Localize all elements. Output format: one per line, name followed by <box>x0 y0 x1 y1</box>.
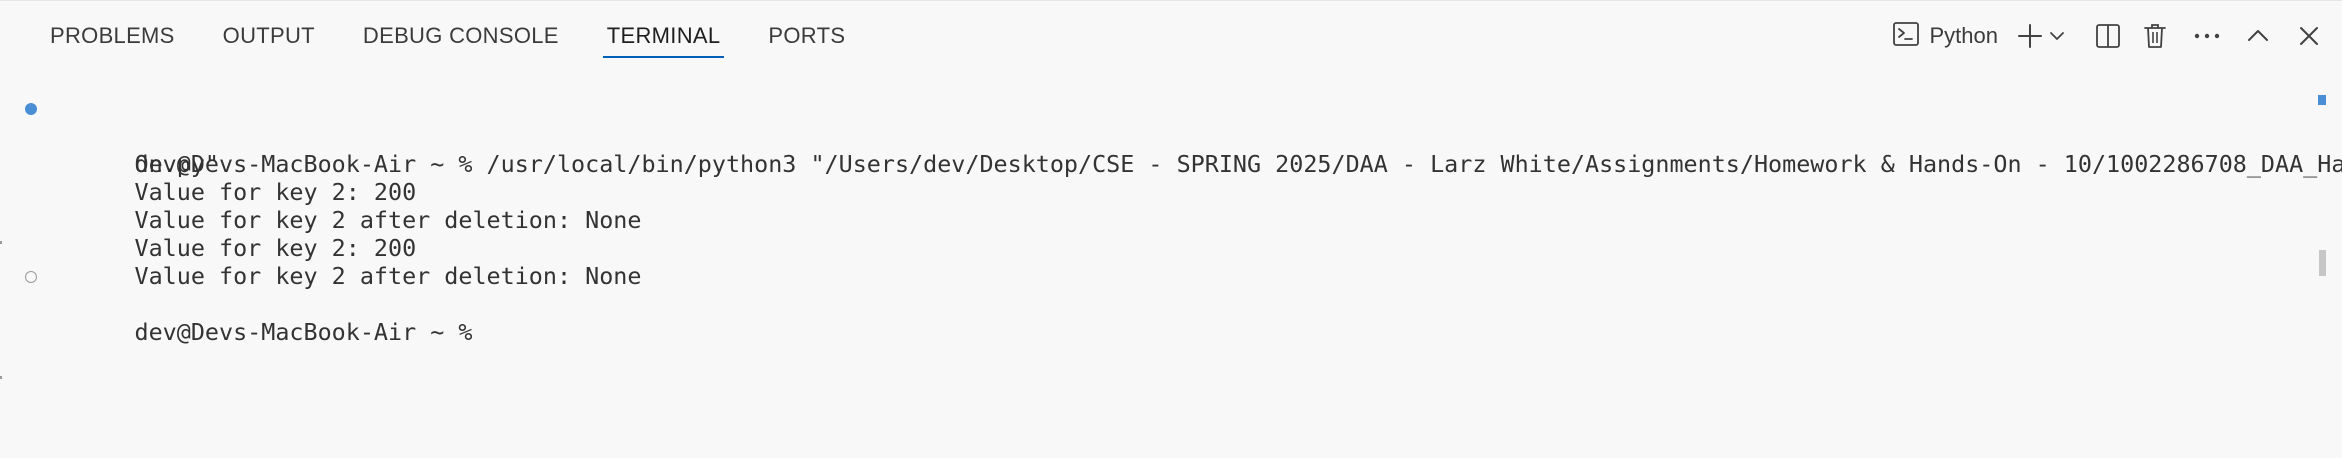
tab-debug-console[interactable]: DEBUG CONSOLE <box>363 1 559 71</box>
scrollbar-thumb[interactable] <box>2319 250 2326 276</box>
terminal-line: dev@Devs-MacBook-Air ~ % /usr/local/bin/… <box>0 94 2342 178</box>
split-terminal-button[interactable] <box>2094 16 2122 56</box>
terminal-line: Value for key 2 after deletion: None <box>0 178 2310 234</box>
terminal-profile-label: Python <box>1929 23 1999 48</box>
panel-tabs: PROBLEMS OUTPUT DEBUG CONSOLE TERMINAL P… <box>50 1 893 71</box>
trash-icon <box>2142 22 2168 50</box>
terminal-panel: PROBLEMS OUTPUT DEBUG CONSOLE TERMINAL P… <box>0 0 2342 458</box>
scrollbar-command-marker <box>2318 95 2326 105</box>
panel-tab-bar: PROBLEMS OUTPUT DEBUG CONSOLE TERMINAL P… <box>0 1 2342 71</box>
tab-output[interactable]: OUTPUT <box>223 1 315 71</box>
plus-icon <box>2016 22 2044 50</box>
terminal-line: Value for key 2: 200 <box>0 206 2310 262</box>
panel-actions: Python <box>1892 1 2321 71</box>
ellipsis-icon <box>2194 32 2220 40</box>
terminal-prompt: dev@Devs-MacBook-Air ~ % <box>134 318 487 346</box>
chevron-up-icon <box>2246 24 2270 48</box>
close-icon <box>2298 25 2320 47</box>
split-editor-icon <box>2094 22 2122 50</box>
terminal-output[interactable]: dev@Devs-MacBook-Air ~ % /usr/local/bin/… <box>0 94 2342 346</box>
maximize-panel-button[interactable] <box>2246 16 2270 56</box>
terminal-profile-button[interactable]: Python <box>1892 16 1999 56</box>
tab-problems[interactable]: PROBLEMS <box>50 1 175 71</box>
terminal-icon <box>1892 20 1920 53</box>
terminal-line: Value for key 2: 200 <box>0 150 2310 206</box>
chevron-down-icon <box>2048 27 2066 45</box>
edge-mark <box>0 376 2 379</box>
terminal-scrollbar[interactable] <box>2316 93 2328 458</box>
more-actions-button[interactable] <box>2194 16 2220 56</box>
new-terminal-button[interactable] <box>2016 16 2044 56</box>
tab-ports[interactable]: PORTS <box>768 1 845 71</box>
terminal-line: Value for key 2 after deletion: None <box>0 234 2310 290</box>
tab-terminal[interactable]: TERMINAL <box>602 1 725 71</box>
command-idle-dot[interactable] <box>25 271 37 283</box>
terminal-prompt-line: dev@Devs-MacBook-Air ~ % <box>0 262 2310 346</box>
kill-terminal-button[interactable] <box>2142 16 2168 56</box>
terminal-line: On.py" <box>0 122 2310 178</box>
command-success-dot[interactable] <box>25 103 37 115</box>
launch-profile-dropdown[interactable] <box>2048 16 2066 56</box>
close-panel-button[interactable] <box>2298 16 2320 56</box>
new-terminal-group <box>2016 16 2066 56</box>
